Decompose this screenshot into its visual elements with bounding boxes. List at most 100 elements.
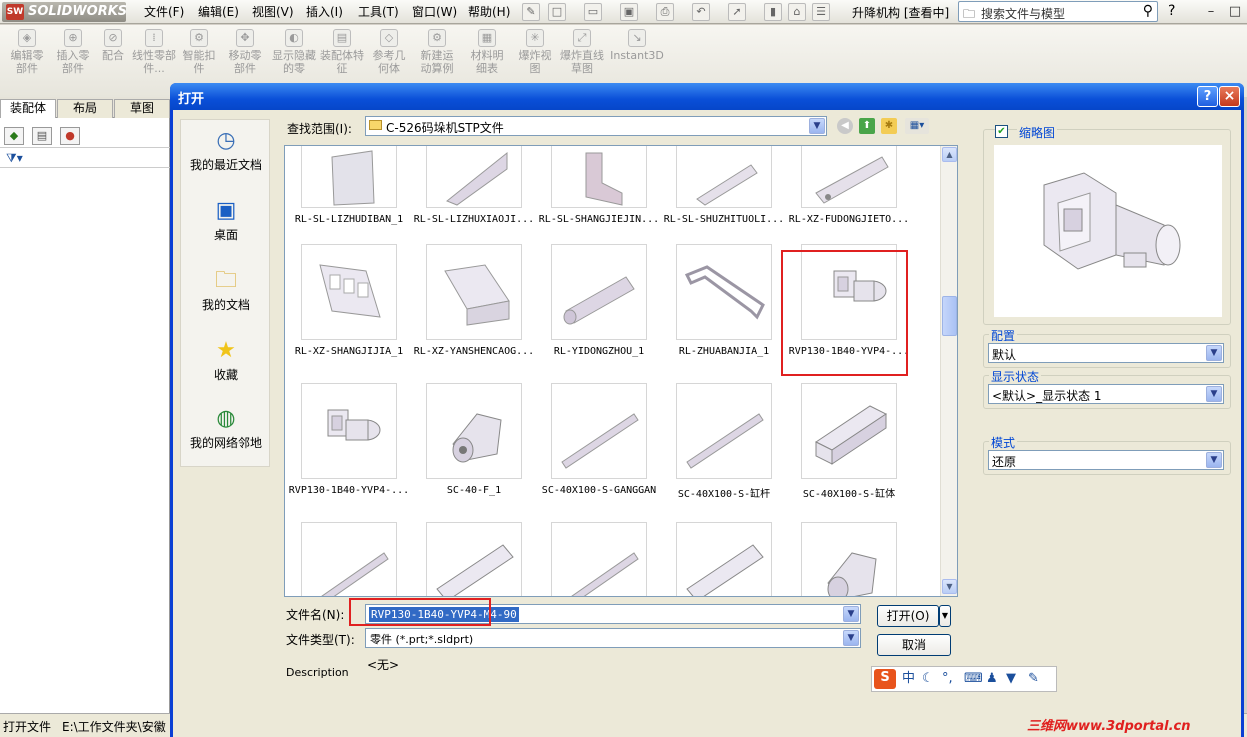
solidworks-logo[interactable]: SW SOLIDWORKS xyxy=(2,2,127,22)
punctuation-icon[interactable]: °, xyxy=(942,670,953,688)
display-state-select[interactable]: <默认>_显示状态 1 ▼ xyxy=(988,384,1224,404)
place-recent[interactable]: ◷ 我的最近文档 xyxy=(181,126,271,172)
user-icon[interactable]: ♟ xyxy=(986,670,998,688)
cmd-insert-component[interactable]: ⊕ 插入零部件 xyxy=(52,29,94,75)
chevron-down-icon[interactable]: ▼ xyxy=(843,606,859,622)
skin-icon[interactable]: ▼ xyxy=(1006,670,1016,688)
cmd-move-component[interactable]: ✥ 移动零部件 xyxy=(224,29,266,75)
cmd-edit-component[interactable]: ◈ 编辑零部件 xyxy=(6,29,48,75)
chevron-down-icon[interactable]: ▼ xyxy=(1206,386,1222,402)
lookin-select[interactable]: C-526码垛机STP文件 ▼ xyxy=(365,116,827,136)
new-document-icon[interactable]: □ xyxy=(548,3,566,21)
restore-icon[interactable]: □ xyxy=(1226,3,1244,21)
chevron-down-icon[interactable]: ▼ xyxy=(843,630,859,646)
menu-insert[interactable]: 插入(I) xyxy=(306,4,343,20)
help-icon[interactable]: ? xyxy=(1168,3,1175,19)
rebuild-icon[interactable]: ▮ xyxy=(764,3,782,21)
cancel-button[interactable]: 取消 xyxy=(877,634,951,656)
tab-layout[interactable]: 布局 xyxy=(57,99,113,118)
display-manager-icon[interactable]: ● xyxy=(60,127,80,145)
vertical-scrollbar[interactable]: ▲ ▼ xyxy=(940,146,957,596)
file-item[interactable] xyxy=(662,522,782,596)
minimize-icon[interactable]: – xyxy=(1202,3,1220,21)
configuration-select[interactable]: 默认 ▼ xyxy=(988,343,1224,363)
up-folder-icon[interactable]: ⬆ xyxy=(859,118,875,134)
search-icon[interactable]: ⚲ xyxy=(1143,3,1153,19)
keyboard-icon[interactable]: ⌨ xyxy=(964,670,983,688)
file-item[interactable]: SC-40-F_1 xyxy=(412,383,532,503)
place-favorites[interactable]: ★ 收藏 xyxy=(181,336,271,382)
dialog-help-button[interactable]: ? xyxy=(1197,86,1218,107)
menu-tools[interactable]: 工具(T) xyxy=(358,4,399,20)
undo-icon[interactable]: ↶ xyxy=(692,3,710,21)
cmd-linear-pattern[interactable]: ⁞ 线性零部件... xyxy=(132,29,176,75)
file-name: SC-40-F_1 xyxy=(446,485,502,496)
scroll-up-icon[interactable]: ▲ xyxy=(942,147,957,162)
back-icon[interactable]: ◀ xyxy=(837,118,853,134)
place-network[interactable]: ◍ 我的网络邻地 xyxy=(181,404,271,450)
place-my-documents[interactable]: 🗀 我的文档 xyxy=(181,266,271,312)
open-document-icon[interactable]: ▭ xyxy=(584,3,602,21)
file-item[interactable]: RL-XZ-SHANGJIJIA_1 xyxy=(287,244,407,364)
cmd-explode-line[interactable]: ⤢ 爆炸直线草图 xyxy=(560,29,604,75)
scroll-down-icon[interactable]: ▼ xyxy=(942,579,957,594)
view-menu-icon[interactable]: ▦▾ xyxy=(905,118,929,134)
cmd-reference-geometry[interactable]: ◇ 参考几何体 xyxy=(368,29,410,75)
mode-select[interactable]: 还原 ▼ xyxy=(988,450,1224,470)
filter-row[interactable]: ⧩▾ xyxy=(0,150,170,168)
cmd-instant3d[interactable]: ↘ Instant3D xyxy=(610,29,664,62)
file-properties-icon[interactable]: ⌂ xyxy=(788,3,806,21)
menu-help[interactable]: 帮助(H) xyxy=(468,4,510,20)
chevron-down-icon[interactable]: ▼ xyxy=(809,118,825,134)
cmd-motion-study[interactable]: ⚙ 新建运动算例 xyxy=(416,29,458,75)
ime-language[interactable]: 中 xyxy=(902,670,915,688)
file-item[interactable] xyxy=(787,522,907,596)
save-icon[interactable]: ▣ xyxy=(620,3,638,21)
file-item[interactable]: SC-40X100-S-GANGGAN xyxy=(537,383,657,503)
chevron-down-icon[interactable]: ▼ xyxy=(1206,345,1222,361)
file-item[interactable]: RL-ZHUABANJIA_1 xyxy=(662,244,782,364)
thumbnail-checkbox[interactable]: ✔ xyxy=(995,125,1008,138)
file-item[interactable]: RVP130-1B40-YVP4-... xyxy=(287,383,409,503)
pin-icon[interactable]: ✎ xyxy=(522,3,540,21)
cmd-smart-fastener[interactable]: ⚙ 智能扣件 xyxy=(178,29,220,75)
dialog-close-button[interactable]: × xyxy=(1219,86,1240,107)
file-item[interactable]: SC-40X100-S-缸体 xyxy=(787,383,907,503)
open-button[interactable]: 打开(O) xyxy=(877,605,939,627)
cmd-assembly-feature[interactable]: ▤ 装配体特征 xyxy=(320,29,364,75)
part-preview-image xyxy=(1043,172,1181,270)
file-item[interactable]: SC-40X100-S-缸杆 xyxy=(662,383,782,503)
tab-assembly[interactable]: 装配体 xyxy=(0,99,56,118)
file-item[interactable]: RL-YIDONGZHOU_1 xyxy=(537,244,657,364)
menu-window[interactable]: 窗口(W) xyxy=(412,4,457,20)
filetype-select[interactable]: 零件 (*.prt;*.sldprt) ▼ xyxy=(365,628,861,648)
scrollbar-thumb[interactable] xyxy=(942,296,957,336)
file-item[interactable] xyxy=(287,522,407,596)
sogou-logo-icon[interactable]: S xyxy=(874,669,896,689)
file-item[interactable]: RL-XZ-YANSHENCAOG... xyxy=(412,244,534,364)
print-icon[interactable]: ⎙ xyxy=(656,3,674,21)
half-width-icon[interactable]: ☾ xyxy=(922,670,934,688)
property-manager-icon[interactable]: ▤ xyxy=(32,127,52,145)
new-folder-icon[interactable]: ✱ xyxy=(881,118,897,134)
cmd-show-hidden[interactable]: ◐ 显示隐藏的零 xyxy=(272,29,316,75)
feature-manager-icon[interactable]: ◆ xyxy=(4,127,24,145)
menu-view[interactable]: 视图(V) xyxy=(252,4,294,20)
cmd-bom[interactable]: ▦ 材料明细表 xyxy=(466,29,508,75)
tools-icon[interactable]: ✎ xyxy=(1028,670,1039,688)
cmd-exploded-view[interactable]: ✳ 爆炸视图 xyxy=(514,29,556,75)
search-input[interactable]: 🗀 搜索文件与模型 ⚲ xyxy=(958,1,1158,22)
tab-sketch[interactable]: 草图 xyxy=(114,99,170,118)
chevron-down-icon[interactable]: ▼ xyxy=(1206,452,1222,468)
cmd-mate[interactable]: ⊘ 配合 xyxy=(98,29,128,62)
place-desktop[interactable]: ▣ 桌面 xyxy=(181,196,271,242)
select-icon[interactable]: ➚ xyxy=(728,3,746,21)
filter-icon[interactable]: ⧩▾ xyxy=(6,151,23,166)
file-item[interactable] xyxy=(537,522,657,596)
menu-file[interactable]: 文件(F) xyxy=(144,4,184,20)
file-item[interactable] xyxy=(412,522,532,596)
open-options-chevron-icon[interactable]: ▼ xyxy=(939,605,951,627)
menu-edit[interactable]: 编辑(E) xyxy=(198,4,239,20)
dialog-titlebar[interactable]: 打开 ? × xyxy=(170,83,1244,110)
options-icon[interactable]: ☰ xyxy=(812,3,830,21)
